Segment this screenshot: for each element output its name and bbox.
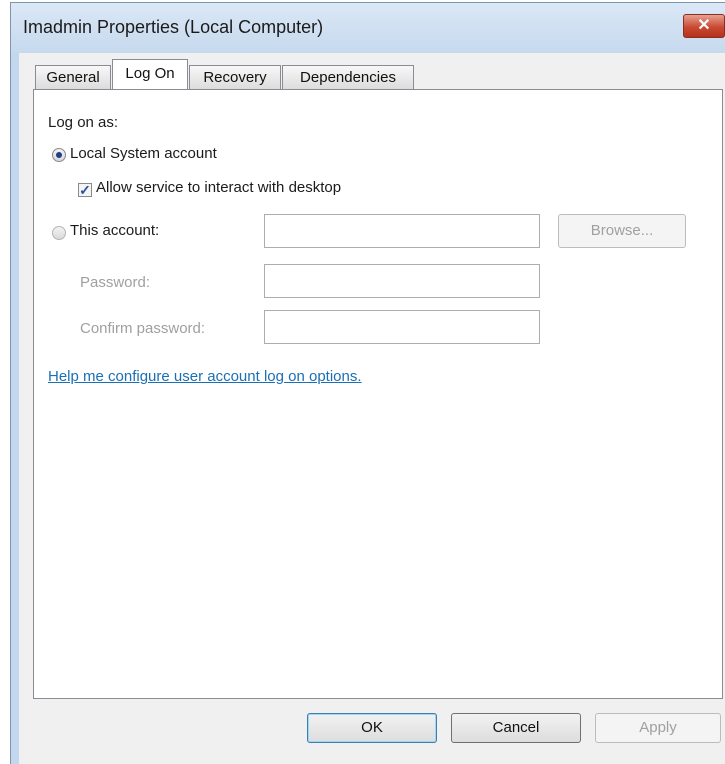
help-configure-link[interactable]: Help me configure user account log on op… — [48, 368, 362, 385]
this-account-label: This account: — [70, 222, 160, 239]
this-account-radio[interactable] — [52, 226, 66, 240]
close-button[interactable]: ✕ — [683, 14, 725, 38]
browse-label: Browse... — [590, 222, 654, 239]
log-on-panel: Log on as: Local System account ✓ Allow … — [33, 89, 723, 699]
password-field[interactable] — [264, 264, 540, 298]
confirm-password-field[interactable] — [264, 310, 540, 344]
window-title: Imadmin Properties (Local Computer) — [23, 17, 324, 37]
apply-button[interactable]: Apply — [595, 713, 721, 743]
close-icon: ✕ — [697, 17, 711, 34]
dialog-client-area: General Log On Recovery Dependencies Log… — [19, 53, 725, 764]
cancel-label: Cancel — [492, 719, 540, 736]
properties-dialog: Imadmin Properties (Local Computer) ✕ Ge… — [10, 2, 725, 764]
tab-dependencies[interactable]: Dependencies — [282, 65, 414, 89]
account-field[interactable] — [264, 214, 540, 248]
local-system-radio[interactable] — [52, 148, 66, 162]
ok-button[interactable]: OK — [307, 713, 437, 743]
tab-label: Recovery — [203, 69, 267, 86]
interact-desktop-checkbox[interactable]: ✓ — [78, 183, 92, 197]
local-system-label: Local System account — [70, 145, 217, 162]
tab-label: Log On — [125, 65, 175, 82]
tab-label: Dependencies — [300, 69, 396, 86]
tab-label: General — [46, 69, 100, 86]
checkmark-icon: ✓ — [79, 182, 91, 198]
tab-log-on[interactable]: Log On — [112, 59, 188, 89]
radio-selected-dot — [56, 152, 62, 158]
log-on-as-label: Log on as: — [48, 114, 119, 131]
browse-button[interactable]: Browse... — [558, 214, 686, 248]
title-bar[interactable]: Imadmin Properties (Local Computer) ✕ — [11, 3, 725, 53]
confirm-password-label: Confirm password: — [80, 320, 206, 337]
apply-label: Apply — [639, 719, 677, 736]
tab-recovery[interactable]: Recovery — [189, 65, 281, 89]
password-label: Password: — [80, 274, 151, 291]
interact-desktop-label: Allow service to interact with desktop — [96, 179, 342, 196]
tab-general[interactable]: General — [35, 65, 111, 89]
cancel-button[interactable]: Cancel — [451, 713, 581, 743]
ok-label: OK — [361, 719, 383, 736]
